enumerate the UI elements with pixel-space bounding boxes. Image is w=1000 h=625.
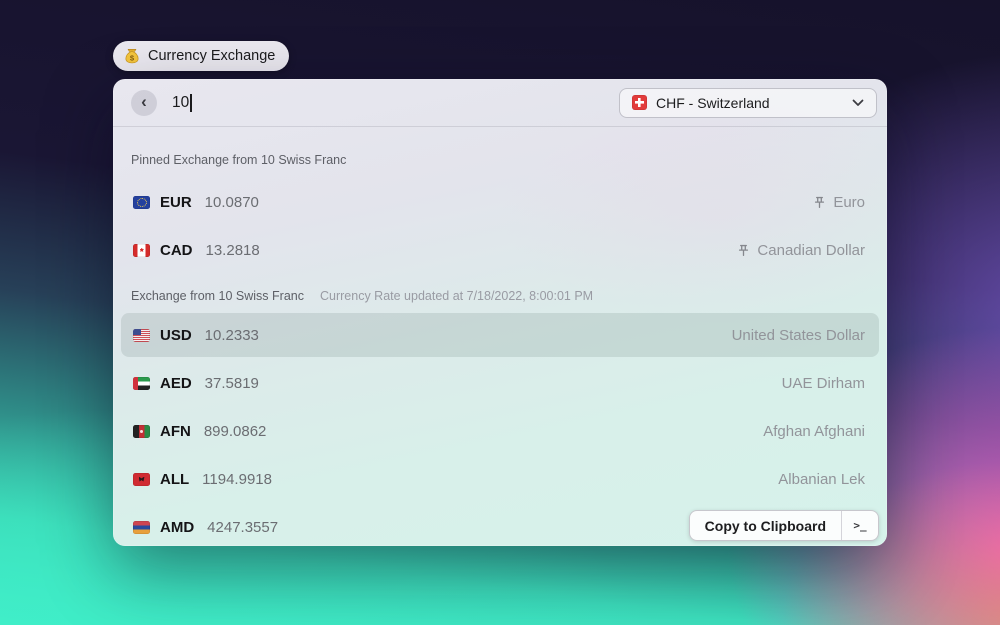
currency-value: 4247.3557 — [207, 518, 279, 536]
al-flag-icon — [133, 472, 150, 486]
currency-row-AFN[interactable]: AFN 899.0862 Afghan Afghani — [121, 409, 879, 453]
am-flag-icon — [133, 520, 150, 534]
currency-name: Afghan Afghani — [763, 422, 865, 440]
search-bar[interactable]: ‹ 10 CHF - Switzerland — [113, 79, 887, 127]
currency-code: EUR — [160, 193, 192, 211]
chevron-left-icon: ‹ — [141, 92, 147, 111]
section-note: Currency Rate updated at 7/18/2022, 8:00… — [320, 289, 594, 303]
results-list: Pinned Exchange from 10 Swiss Franc EUR 1… — [113, 127, 887, 546]
switzerland-flag-icon — [632, 95, 647, 110]
svg-text:$: $ — [130, 54, 135, 63]
us-flag-icon — [133, 328, 150, 342]
currency-code: CAD — [160, 241, 193, 259]
currency-code: ALL — [160, 470, 190, 488]
section-header-exchange: Exchange from 10 Swiss Franc Currency Ra… — [113, 289, 887, 303]
currency-row-USD[interactable]: USD 10.2333 United States Dollar — [121, 313, 879, 357]
currency-code: AMD — [160, 518, 195, 536]
currency-value: 10.0870 — [204, 193, 259, 211]
section-header-pinned: Pinned Exchange from 10 Swiss Franc — [113, 153, 887, 167]
chevron-down-icon — [852, 99, 864, 106]
currency-row-AED[interactable]: AED 37.5819 UAE Dirham — [121, 361, 879, 405]
af-flag-icon — [133, 424, 150, 438]
pin-icon — [736, 243, 751, 258]
currency-dropdown[interactable]: CHF - Switzerland — [619, 87, 877, 118]
currency-name: Albanian Lek — [778, 470, 865, 488]
money-bag-icon: $ — [125, 48, 139, 64]
currency-row-ALL[interactable]: ALL 1194.9918 Albanian Lek — [121, 457, 879, 501]
eu-flag-icon — [133, 195, 150, 209]
ae-flag-icon — [133, 376, 150, 390]
currency-value: 899.0862 — [203, 422, 267, 440]
pinned-rows: EUR 10.0870 Euro CAD 13.2818 Canadian Dollar — [113, 180, 887, 272]
currency-row-CAD[interactable]: CAD 13.2818 Canadian Dollar — [121, 228, 879, 272]
text-cursor — [190, 93, 192, 112]
currency-code: AFN — [160, 422, 191, 440]
currency-value: 1194.9918 — [202, 470, 272, 488]
app-title: Currency Exchange — [148, 48, 276, 64]
currency-name: UAE Dirham — [781, 374, 865, 392]
currency-name: Euro — [833, 193, 865, 211]
currency-name: Canadian Dollar — [757, 241, 865, 259]
terminal-icon[interactable]: >_ — [842, 511, 878, 540]
currency-value: 37.5819 — [204, 374, 259, 392]
currency-code: AED — [160, 374, 192, 392]
search-input[interactable]: 10 — [172, 93, 619, 112]
dropdown-label: CHF - Switzerland — [656, 94, 770, 111]
pin-icon — [812, 195, 827, 210]
back-button[interactable]: ‹ — [131, 89, 157, 116]
section-title: Pinned Exchange from 10 Swiss Franc — [131, 153, 347, 167]
copy-to-clipboard-button[interactable]: Copy to Clipboard — [690, 511, 841, 540]
currency-value: 13.2818 — [205, 241, 260, 259]
currency-row-EUR[interactable]: EUR 10.0870 Euro — [121, 180, 879, 224]
app-badge: $ Currency Exchange — [113, 41, 290, 71]
currency-value: 10.2333 — [204, 326, 259, 344]
currency-code: USD — [160, 326, 192, 344]
section-title: Exchange from 10 Swiss Franc — [131, 289, 304, 303]
main-window: ‹ 10 CHF - Switzerland Pinned Exchange f… — [113, 79, 887, 546]
action-split-button: Copy to Clipboard >_ — [688, 510, 879, 541]
currency-name: United States Dollar — [731, 326, 865, 344]
ca-flag-icon — [133, 243, 150, 257]
search-value: 10 — [172, 93, 190, 111]
